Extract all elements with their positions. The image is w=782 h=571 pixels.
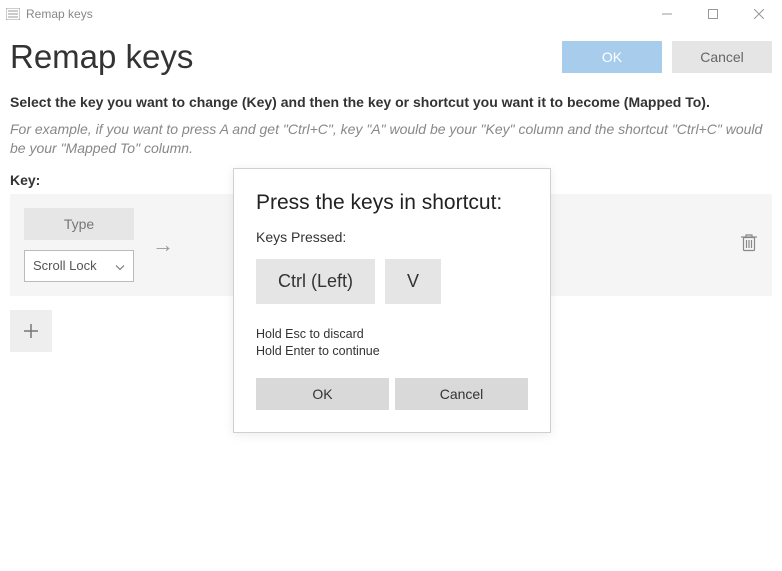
maximize-button[interactable] xyxy=(690,0,736,28)
key-select[interactable]: Scroll Lock xyxy=(24,250,134,282)
arrow-icon: → xyxy=(148,232,178,258)
keycap: Ctrl (Left) xyxy=(256,259,375,304)
key-column-cell: Type Scroll Lock xyxy=(24,208,134,282)
minimize-button[interactable] xyxy=(644,0,690,28)
keys-pressed: Ctrl (Left) V xyxy=(256,259,528,304)
dialog-cancel-button[interactable]: Cancel xyxy=(395,378,528,410)
dialog-title: Press the keys in shortcut: xyxy=(256,191,528,215)
shortcut-capture-dialog: Press the keys in shortcut: Keys Pressed… xyxy=(233,168,551,433)
window-title: Remap keys xyxy=(26,7,93,21)
dialog-hint: Hold Esc to discard Hold Enter to contin… xyxy=(256,326,528,360)
dialog-subtitle: Keys Pressed: xyxy=(256,229,528,245)
type-key-button[interactable]: Type xyxy=(24,208,134,240)
instructions-example: For example, if you want to press A and … xyxy=(10,120,772,158)
delete-row-button[interactable] xyxy=(740,232,758,257)
app-icon xyxy=(6,8,20,20)
close-button[interactable] xyxy=(736,0,782,28)
keycap: V xyxy=(385,259,441,304)
instructions-lead: Select the key you want to change (Key) … xyxy=(10,94,772,110)
chevron-down-icon xyxy=(115,258,125,273)
dialog-hint-discard: Hold Esc to discard xyxy=(256,326,528,343)
cancel-button[interactable]: Cancel xyxy=(672,41,772,73)
window-controls xyxy=(644,0,782,28)
add-row-button[interactable] xyxy=(10,310,52,352)
ok-button[interactable]: OK xyxy=(562,41,662,73)
titlebar: Remap keys xyxy=(0,0,782,28)
instructions: Select the key you want to change (Key) … xyxy=(0,94,782,158)
page-header: Remap keys OK Cancel xyxy=(0,28,782,94)
dialog-hint-continue: Hold Enter to continue xyxy=(256,343,528,360)
page-title: Remap keys xyxy=(10,38,552,76)
key-column-label: Key: xyxy=(10,172,210,188)
dialog-buttons: OK Cancel xyxy=(256,378,528,410)
dialog-ok-button[interactable]: OK xyxy=(256,378,389,410)
key-select-value: Scroll Lock xyxy=(33,258,97,273)
